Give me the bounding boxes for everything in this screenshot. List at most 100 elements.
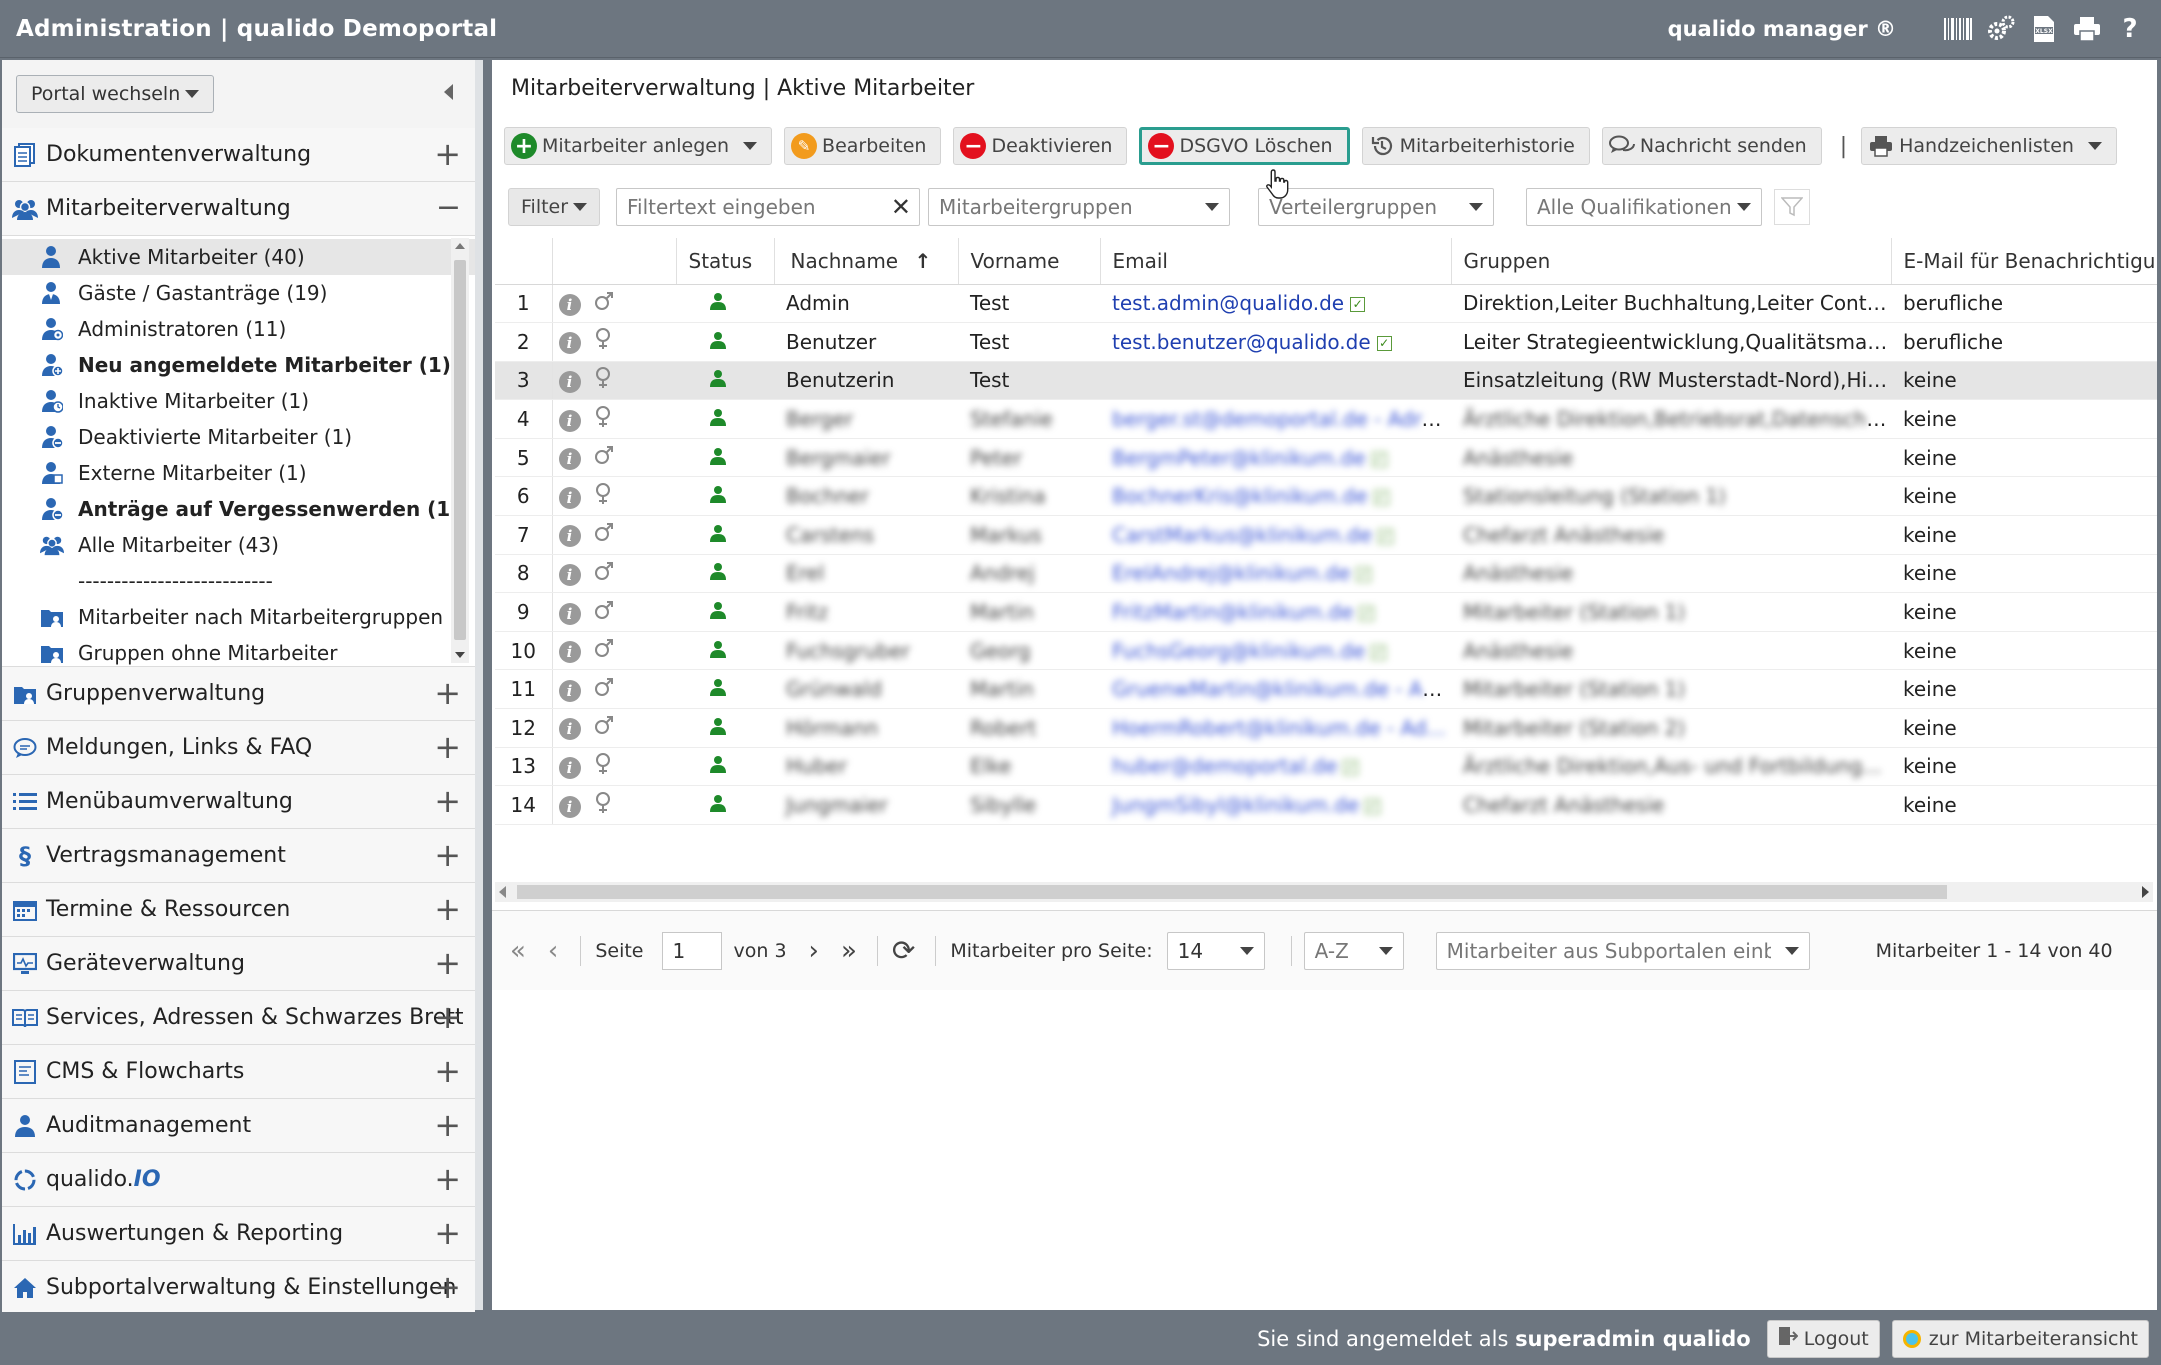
email-link[interactable]: berger.st@demoportal.de - Adres... [1112, 407, 1451, 431]
section-ger-teverwaltung[interactable]: Geräteverwaltung + [2, 937, 475, 991]
expand-plus-icon[interactable]: + [434, 138, 461, 170]
gears-icon[interactable] [1986, 14, 2016, 44]
email-link[interactable]: CarstMarkus@klinikum.de [1112, 523, 1372, 547]
expand-plus-icon[interactable]: + [434, 839, 461, 871]
signature-lists-button[interactable]: Handzeichenlisten [1861, 127, 2117, 165]
barcode-icon[interactable] [1943, 14, 1973, 44]
expand-plus-icon[interactable]: + [434, 1055, 461, 1087]
refresh-icon[interactable]: ⟳ [892, 934, 915, 967]
sidebar-item[interactable]: Neu angemeldete Mitarbeiter (1) [2, 347, 475, 383]
edit-button[interactable]: ✎ Bearbeiten [784, 127, 942, 165]
table-row[interactable]: 9 i Fritz Martin FritzMartin@klinikum.de… [495, 592, 2157, 632]
sidebar-item[interactable]: Gäste / Gastanträge (19) [2, 275, 475, 311]
sidebar-item[interactable]: Deaktivierte Mitarbeiter (1) [2, 419, 475, 455]
table-row[interactable]: 7 i Carstens Markus CarstMarkus@klinikum… [495, 515, 2157, 555]
info-icon[interactable]: i [558, 293, 581, 316]
expand-plus-icon[interactable]: + [434, 1163, 461, 1195]
sidebar-item[interactable]: Anträge auf Vergessenwerden (1) [2, 491, 475, 527]
section-services-adressen-schwarzes-brett[interactable]: Services, Adressen & Schwarzes Brett + [2, 991, 475, 1045]
sidebar-item[interactable]: Gruppen ohne Mitarbeiter [2, 635, 475, 666]
email-link[interactable]: FritzMartin@klinikum.de [1112, 600, 1353, 624]
deactivate-button[interactable]: − Deaktivieren [953, 127, 1128, 165]
expand-plus-icon[interactable]: + [434, 947, 461, 979]
next-page-icon[interactable]: › [809, 936, 819, 966]
section-dokumentenverwaltung[interactable]: Dokumentenverwaltung + [2, 128, 475, 182]
expand-plus-icon[interactable]: + [434, 1109, 461, 1141]
create-employee-button[interactable]: + Mitarbeiter anlegen [504, 127, 773, 165]
last-page-icon[interactable]: » [841, 936, 857, 966]
email-link[interactable]: test.benutzer@qualido.de [1112, 330, 1371, 354]
horizontal-scrollbar[interactable] [495, 882, 2153, 902]
table-row[interactable]: 13 i Huber Elke huber@demoportal.de ✓ Ärz… [495, 747, 2157, 787]
email-link[interactable]: test.admin@qualido.de [1112, 291, 1344, 315]
section-auditmanagement[interactable]: Auditmanagement + [2, 1099, 475, 1153]
email-link[interactable]: BergmPeter@klinikum.de [1112, 446, 1366, 470]
subportal-select[interactable]: Mitarbeiter aus Subportalen einbl [1435, 931, 1810, 970]
page-input[interactable]: 1 [661, 931, 722, 970]
sort-select[interactable]: A-Z [1303, 931, 1404, 970]
info-icon[interactable]: i [558, 486, 581, 509]
history-button[interactable]: Mitarbeiterhistorie [1361, 127, 1590, 165]
section-cms-flowcharts[interactable]: CMS & Flowcharts + [2, 1045, 475, 1099]
info-icon[interactable]: i [558, 409, 581, 432]
distribution-groups-select[interactable]: Verteilergruppen [1258, 188, 1494, 226]
collapse-sidebar-icon[interactable] [444, 84, 453, 100]
col-lastname[interactable]: Nachname ↑ [774, 238, 959, 285]
table-row[interactable]: 11 i Grünwald Martin GruenwMartin@klinik… [495, 669, 2157, 710]
section-meldungen-links-faq[interactable]: Meldungen, Links & FAQ + [2, 721, 475, 775]
per-page-select[interactable]: 14 [1166, 931, 1265, 970]
prev-page-icon[interactable]: ‹ [548, 936, 558, 966]
section-gruppenverwaltung[interactable]: Gruppenverwaltung + [2, 667, 475, 721]
table-row[interactable]: 6 i Bochner Kristina BochnerKris@kliniku… [495, 476, 2157, 517]
section-men-baumverwaltung[interactable]: Menübaumverwaltung + [2, 775, 475, 829]
info-icon[interactable]: i [558, 602, 581, 625]
info-icon[interactable]: i [558, 756, 581, 779]
table-row[interactable]: 1 i Admin Test test.admin@qualido.de ✓ Di… [495, 284, 2157, 324]
logout-button[interactable]: Logout [1766, 1319, 1880, 1358]
help-icon[interactable]: ? [2115, 14, 2145, 44]
expand-plus-icon[interactable]: + [434, 731, 461, 763]
table-row[interactable]: 14 i Jungmaier Sibylle JungmSibyl@klinik… [495, 785, 2157, 825]
info-icon[interactable]: i [558, 795, 581, 818]
info-icon[interactable]: i [558, 679, 581, 702]
expand-plus-icon[interactable]: + [434, 1001, 461, 1033]
expand-plus-icon[interactable]: + [434, 1271, 461, 1303]
gdpr-delete-button[interactable]: − DSGVO Löschen [1139, 127, 1350, 165]
info-icon[interactable]: i [558, 448, 581, 471]
table-row[interactable]: 3 i Benutzerin Test Einsatzleitung (RW M… [495, 361, 2157, 401]
table-row[interactable]: 10 i Fuchsgruber Georg FuchsGeorg@klinik… [495, 631, 2157, 671]
section-vertragsmanagement[interactable]: § Vertragsmanagement + [2, 829, 475, 883]
collapse-minus-icon[interactable]: − [436, 192, 461, 224]
section-termine-ressourcen[interactable]: Termine & Ressourcen + [2, 883, 475, 937]
print-icon[interactable] [2072, 14, 2102, 44]
table-row[interactable]: 5 i Bergmaier Peter BergmPeter@klinikum.… [495, 438, 2157, 478]
filter-button[interactable]: Filter [508, 188, 600, 226]
section-auswertungen-reporting[interactable]: Auswertungen & Reporting + [2, 1207, 475, 1261]
xlsx-icon[interactable]: XLSX [2029, 14, 2059, 44]
col-status[interactable]: Status [676, 238, 775, 285]
info-icon[interactable]: i [558, 332, 581, 355]
info-icon[interactable]: i [558, 370, 581, 393]
info-icon[interactable]: i [558, 718, 581, 741]
email-link[interactable]: FuchsGeorg@klinikum.de [1112, 639, 1365, 663]
table-row[interactable]: 2 i Benutzer Test test.benutzer@qualido.… [495, 322, 2157, 362]
sidebar-item[interactable]: Inaktive Mitarbeiter (1) [2, 383, 475, 419]
section-mitarbeiterverwaltung[interactable]: Mitarbeiterverwaltung − [2, 182, 475, 236]
sidebar-item[interactable]: Aktive Mitarbeiter (40) [2, 239, 475, 275]
vertical-scrollbar[interactable] [451, 238, 469, 663]
expand-plus-icon[interactable]: + [434, 1217, 461, 1249]
email-link[interactable]: JungmSibyl@klinikum.de [1112, 793, 1359, 817]
email-link[interactable]: huber@demoportal.de [1112, 754, 1337, 778]
first-page-icon[interactable]: « [510, 936, 526, 966]
col-email[interactable]: Email [1100, 238, 1452, 285]
info-icon[interactable]: i [558, 563, 581, 586]
expand-plus-icon[interactable]: + [434, 893, 461, 925]
col-notification-email[interactable]: E-Mail für Benachrichtigung [1891, 238, 2157, 285]
portal-select[interactable]: Portal wechseln [16, 75, 214, 113]
filter-text-input[interactable]: Filtertext eingeben ✕ [616, 188, 920, 226]
email-link[interactable]: BochnerKris@klinikum.de [1112, 484, 1368, 508]
info-icon[interactable]: i [558, 525, 581, 548]
clear-x-icon[interactable]: ✕ [891, 193, 911, 221]
employee-view-button[interactable]: zur Mitarbeiteransicht [1891, 1319, 2149, 1358]
sidebar-item[interactable]: Administratoren (11) [2, 311, 475, 347]
